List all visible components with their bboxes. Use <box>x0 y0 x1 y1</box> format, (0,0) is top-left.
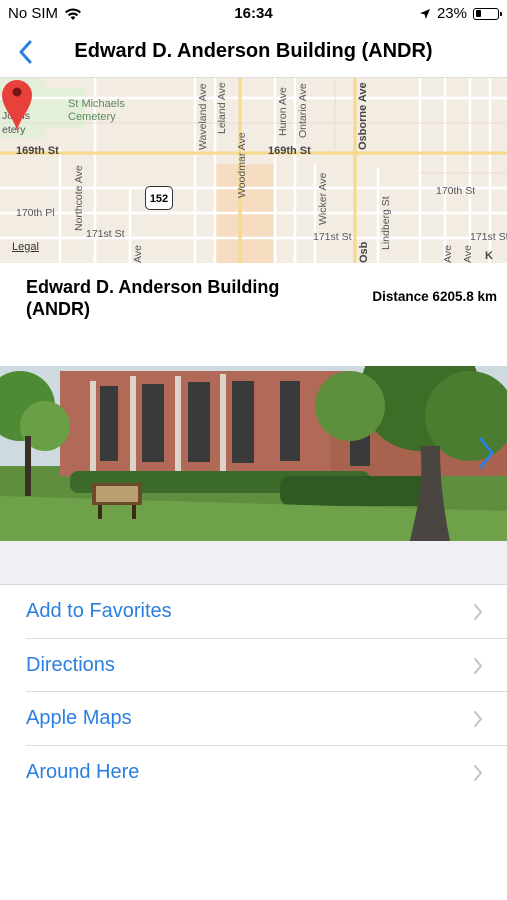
location-arrow-icon <box>419 8 430 19</box>
battery-icon <box>473 7 502 20</box>
chevron-right-icon <box>474 764 482 781</box>
map-label-170th-pl: 170th Pl <box>16 207 55 219</box>
building-title: Edward D. Anderson Building (ANDR) <box>26 277 280 319</box>
section-separator <box>0 541 507 585</box>
map-label-171st-st: 171st St <box>86 228 125 240</box>
map-label-ave-1: Ave <box>132 245 144 263</box>
chevron-right-icon <box>474 657 482 674</box>
map-label-171st-st-right: 171st St <box>470 231 507 243</box>
status-bar: No SIM 16:34 23% <box>0 0 507 28</box>
map-label-osborne: Osborne Ave <box>357 82 369 150</box>
apple-maps-row[interactable]: Apple Maps <box>0 692 507 746</box>
page-title: Edward D. Anderson Building (ANDR) <box>74 40 433 62</box>
map-label-ave-3: Ave <box>462 245 474 263</box>
battery-level-fill <box>475 10 481 17</box>
chevron-right-icon <box>474 711 482 727</box>
map-label-169th-st-right: 169th St <box>268 145 311 157</box>
chevron-right-icon <box>474 604 482 620</box>
map-label-woodmar: Woodmar Ave <box>236 132 248 198</box>
actions-list: Add to Favorites Directions Apple Maps A… <box>0 585 507 799</box>
apple-maps-label: Apple Maps <box>26 707 132 729</box>
map-label-wicker: Wicker Ave <box>317 172 329 225</box>
photo-next-chevron-icon[interactable] <box>477 436 495 470</box>
battery-percent: 23% <box>436 5 467 22</box>
route-shield-icon: 152 <box>145 186 173 210</box>
map-pin-icon[interactable] <box>0 78 34 132</box>
map-label-huron: Huron Ave <box>277 87 289 136</box>
chevron-left-icon <box>19 40 32 64</box>
map-label-ave-2: Ave <box>442 245 454 263</box>
map-label-ontario: Ontario Ave <box>297 83 309 138</box>
add-to-favorites-label: Add to Favorites <box>26 600 172 622</box>
map-label-st-michaels: St Michaels <box>68 98 125 110</box>
back-button[interactable] <box>10 36 40 68</box>
map-label-northcote: Northcote Ave <box>73 165 85 231</box>
distance-label: Distance 6205.8 km <box>372 289 497 304</box>
around-here-row[interactable]: Around Here <box>0 746 507 800</box>
add-to-favorites-row[interactable]: Add to Favorites <box>0 585 507 639</box>
map-label-osb: Osb <box>358 241 370 263</box>
nav-bar: Edward D. Anderson Building (ANDR) <box>0 28 507 78</box>
map-label-waveland: Waveland Ave <box>197 83 209 150</box>
map-view[interactable]: Johns etery St Michaels Cemetery 169th S… <box>0 78 507 263</box>
map-label-k: K <box>485 250 493 262</box>
status-right: 23% <box>419 5 502 22</box>
map-label-leland: Leland Ave <box>216 82 228 134</box>
around-here-label: Around Here <box>26 760 140 783</box>
map-label-st-michaels-cemetery: Cemetery <box>68 111 116 123</box>
map-label-169th-st: 169th St <box>16 145 59 157</box>
map-label-lindberg: Lindberg St <box>380 196 392 250</box>
directions-label: Directions <box>26 653 115 676</box>
directions-row[interactable]: Directions <box>0 639 507 692</box>
building-photo[interactable] <box>0 366 507 541</box>
map-legal-link[interactable]: Legal <box>12 241 39 253</box>
building-photo-image <box>0 366 507 541</box>
map-label-171st-st-mid: 171st St <box>313 231 352 243</box>
map-label-170th-st: 170th St <box>436 185 476 197</box>
